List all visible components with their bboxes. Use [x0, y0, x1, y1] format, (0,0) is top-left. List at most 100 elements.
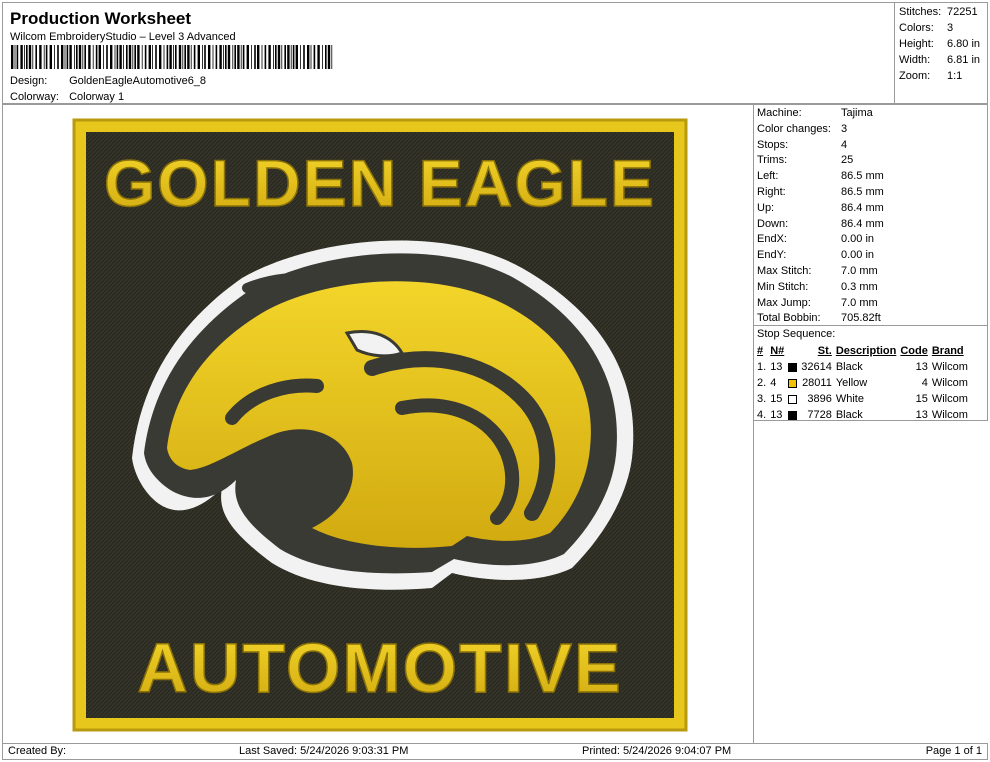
barcode-bar — [254, 45, 256, 69]
barcode-bar — [24, 45, 25, 69]
machine-info-label: Trims: — [757, 154, 788, 167]
barcode-bar — [281, 45, 283, 69]
barcode-bar — [325, 45, 327, 69]
barcode-bar — [144, 45, 147, 69]
barcode-bar — [32, 45, 34, 69]
barcode-bar — [277, 45, 281, 69]
barcode-bar — [310, 45, 312, 69]
barcode-bar — [114, 45, 116, 69]
stats-panel: Stitches: 72251 Colors: 3 Height: 6.80 in W… — [894, 2, 988, 104]
col-brand: Brand — [931, 345, 964, 357]
barcode-bar — [257, 45, 260, 69]
barcode-bar — [132, 45, 134, 69]
barcode-bar — [190, 45, 192, 69]
barcode-bar — [43, 45, 45, 69]
barcode-bar — [251, 45, 252, 69]
software-subtitle: Wilcom EmbroideryStudio – Level 3 Advanc… — [10, 31, 236, 43]
machine-info-row: EndX: 0.00 in — [757, 233, 874, 245]
stat-stitches: Stitches: 72251 — [899, 6, 978, 18]
machine-info-value: 7.0 mm — [841, 265, 878, 277]
barcode-bar — [163, 45, 165, 69]
embroidery-design: GOLDEN EAGLE AUTOMOTIVE — [72, 118, 688, 732]
color-swatch — [788, 410, 798, 420]
barcode-bar — [175, 45, 177, 69]
machine-info-label: Min Stitch: — [757, 280, 809, 293]
barcode-bar — [264, 45, 267, 69]
barcode-bar — [61, 45, 64, 69]
barcode-bar — [240, 45, 242, 69]
stop-stitches: 32614 — [801, 361, 832, 373]
stat-zoom: Zoom: 1:1 — [899, 70, 962, 82]
barcode-bar — [300, 45, 301, 69]
col-needle: N# — [770, 345, 785, 357]
stop-stitches: 28011 — [802, 377, 832, 389]
barcode-bar — [182, 45, 184, 69]
barcode-bar — [76, 45, 78, 69]
col-code: Code — [900, 345, 928, 357]
stat-value: 3 — [947, 22, 954, 34]
machine-info-label: EndY: — [757, 249, 787, 262]
stat-value: 72251 — [947, 6, 978, 18]
barcode-bar — [322, 45, 323, 69]
stat-label: Stitches: — [899, 6, 942, 18]
worksheet-header: Production Worksheet Wilcom EmbroiderySt… — [2, 2, 895, 104]
machine-info-value: 86.4 mm — [841, 217, 884, 230]
stat-value: 1:1 — [947, 70, 963, 82]
barcode-bar — [268, 45, 271, 69]
barcode-bar — [69, 45, 72, 69]
stat-value: 6.81 in — [947, 54, 981, 66]
machine-info-label: Total Bobbin: — [757, 312, 821, 325]
stat-colors: Colors: 3 — [899, 22, 953, 34]
barcode-bar — [26, 45, 28, 69]
barcode-bar — [152, 45, 153, 69]
barcode-bar — [28, 45, 32, 69]
barcode-bar — [169, 45, 172, 69]
machine-info-row: Color changes: 3 — [757, 123, 847, 135]
barcode-bar — [261, 45, 263, 69]
stop-row: 1. 13 32614 Black 13 Wilcom — [755, 359, 970, 375]
stop-description: Black — [835, 361, 863, 373]
stat-label: Zoom: — [899, 70, 931, 82]
barcode-bar — [234, 45, 236, 69]
stop-sequence-caption: Stop Sequence: — [757, 328, 836, 340]
barcode-bar — [92, 45, 94, 69]
machine-info-panel: Machine: Tajima Color changes: 3 Stops: 4 Trim… — [753, 104, 988, 326]
machine-info-label: Color changes: — [757, 122, 831, 135]
stat-label: Colors: — [899, 22, 934, 34]
barcode-bar — [287, 45, 290, 69]
col-num: # — [757, 345, 764, 357]
barcode-bar — [64, 45, 66, 69]
stop-needle: 13 — [770, 361, 783, 373]
stop-row: 3. 15 3896 White 15 Wilcom — [755, 391, 970, 407]
stat-width: Width: 6.81 in — [899, 54, 980, 66]
stop-code: 13 — [915, 409, 928, 421]
stop-code: 15 — [915, 393, 928, 405]
machine-info-value: 705.82ft — [841, 312, 881, 325]
barcode-bar — [137, 45, 140, 69]
barcode-bar — [123, 45, 124, 69]
stop-sequence-panel: Stop Sequence: # N# St. Description Code… — [753, 325, 988, 421]
stop-code: 4 — [921, 377, 928, 389]
barcode-bar — [331, 45, 333, 69]
barcode-bar — [74, 45, 75, 69]
barcode-bar — [95, 45, 98, 69]
design-line1: GOLDEN EAGLE — [104, 146, 656, 220]
machine-info-row: Min Stitch: 0.3 mm — [757, 281, 878, 293]
stop-num: 3. — [757, 393, 767, 405]
stop-row: 2. 4 28011 Yellow 4 Wilcom — [755, 375, 970, 391]
machine-info-label: Down: — [757, 217, 789, 230]
barcode-bar — [45, 45, 48, 69]
stop-needle: 15 — [770, 393, 783, 405]
design-value: GoldenEagleAutomotive6_8 — [69, 75, 207, 87]
stop-swatch — [786, 375, 799, 391]
created-by: Created By: — [8, 745, 67, 757]
machine-info-row: EndY: 0.00 in — [757, 249, 874, 261]
machine-info-value: 7.0 mm — [841, 296, 878, 309]
barcode-bar — [273, 45, 274, 69]
col-stitches: St. — [817, 345, 832, 357]
barcode-bar — [126, 45, 128, 69]
col-swatch — [786, 343, 799, 359]
worksheet-title: Production Worksheet — [10, 9, 192, 28]
barcode-bar — [103, 45, 104, 69]
stop-num: 1. — [757, 361, 767, 373]
